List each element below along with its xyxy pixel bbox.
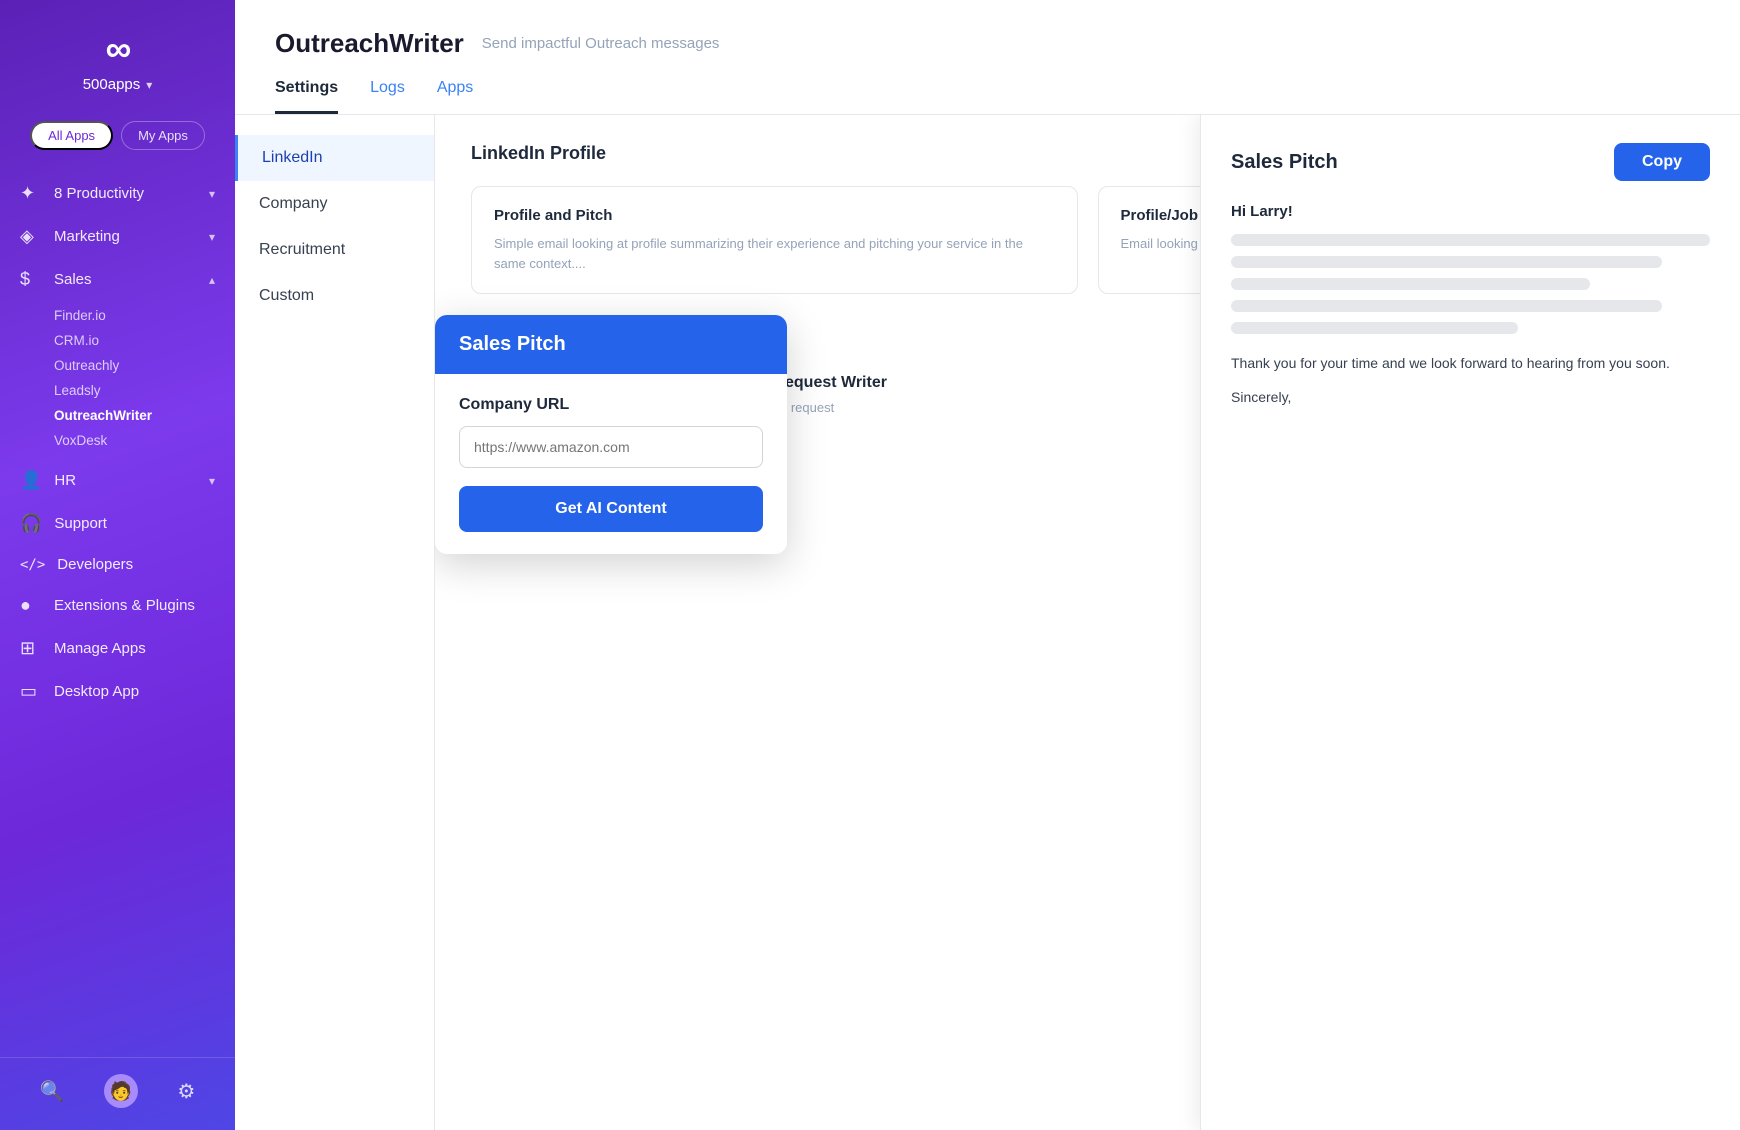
hr-icon: 👤 [20, 470, 42, 491]
sidebar-item-support[interactable]: 🎧 Support [0, 502, 235, 545]
tab-logs[interactable]: Logs [370, 79, 405, 114]
skeleton-line-4 [1231, 300, 1662, 312]
avatar[interactable]: 🧑 [104, 1074, 138, 1108]
sales-footer-line1: Thank you for your time and we look forw… [1231, 352, 1710, 374]
skeleton-line-1 [1231, 234, 1710, 246]
copy-button[interactable]: Copy [1614, 143, 1710, 181]
sidebar: ∞ 500apps ▾ All Apps My Apps ✦ 8 Product… [0, 0, 235, 1130]
logo-icon: ∞ [106, 28, 130, 70]
page-subtitle: Send impactful Outreach messages [482, 35, 720, 52]
sidebar-item-manage-apps[interactable]: ⊞ Manage Apps [0, 627, 235, 670]
productivity-icon: ✦ [20, 183, 42, 204]
settings-nav-recruitment[interactable]: Recruitment [235, 227, 434, 273]
settings-nav-linkedin[interactable]: LinkedIn [235, 135, 434, 181]
hr-label: HR [54, 472, 76, 489]
brand-chevron-icon[interactable]: ▾ [146, 78, 152, 92]
company-url-label: Company URL [459, 396, 763, 414]
support-icon: 🎧 [20, 513, 42, 534]
subitem-leadsly[interactable]: Leadsly [54, 378, 235, 403]
sidebar-bottom: 🔍 🧑 ⚙ [0, 1057, 235, 1130]
profile-pitch-desc: Simple email looking at profile summariz… [494, 234, 1055, 273]
sidebar-item-sales[interactable]: $ Sales ▴ [0, 258, 235, 301]
productivity-label: 8 Productivity [54, 185, 144, 202]
hr-chevron-icon: ▾ [209, 474, 215, 488]
desktop-app-label: Desktop App [54, 683, 139, 700]
sidebar-nav: ✦ 8 Productivity ▾ ◈ Marketing ▾ $ Sales… [0, 168, 235, 1057]
extensions-label: Extensions & Plugins [54, 597, 195, 614]
marketing-chevron-icon: ▾ [209, 230, 215, 244]
sales-result-header: Sales Pitch Copy [1231, 143, 1710, 181]
subitem-voxdesk[interactable]: VoxDesk [54, 428, 235, 453]
sales-result-title: Sales Pitch [1231, 151, 1338, 174]
sidebar-item-developers[interactable]: </> Developers [0, 545, 235, 584]
extensions-icon: ● [20, 595, 42, 616]
support-label: Support [54, 515, 107, 532]
all-apps-tab[interactable]: All Apps [30, 121, 113, 150]
sidebar-item-extensions[interactable]: ● Extensions & Plugins [0, 584, 235, 627]
sales-footer: Thank you for your time and we look forw… [1231, 352, 1710, 409]
sales-chevron-icon: ▴ [209, 273, 215, 287]
main-header: OutreachWriter Send impactful Outreach m… [235, 0, 1740, 115]
custom-panel-body: Company URL Get AI Content [435, 374, 787, 554]
skeleton-line-5 [1231, 322, 1518, 334]
sales-subitems: Finder.io CRM.io Outreachly Leadsly Outr… [0, 301, 235, 459]
manage-apps-icon: ⊞ [20, 638, 42, 659]
sidebar-item-marketing[interactable]: ◈ Marketing ▾ [0, 215, 235, 258]
custom-panel: Sales Pitch Company URL Get AI Content [435, 315, 787, 554]
get-ai-content-button[interactable]: Get AI Content [459, 486, 763, 532]
settings-bottom-icon[interactable]: ⚙ [177, 1079, 195, 1104]
profile-pitch-card[interactable]: Profile and Pitch Simple email looking a… [471, 186, 1078, 294]
settings-nav-custom[interactable]: Custom [235, 273, 434, 319]
search-bottom-icon[interactable]: 🔍 [40, 1079, 65, 1104]
subitem-crm[interactable]: CRM.io [54, 328, 235, 353]
sidebar-item-desktop-app[interactable]: ▭ Desktop App [0, 670, 235, 713]
custom-panel-title: Sales Pitch [459, 333, 763, 356]
tab-settings[interactable]: Settings [275, 79, 338, 114]
sales-result-panel: Sales Pitch Copy Hi Larry! Thank you for… [1200, 115, 1740, 1130]
my-apps-tab[interactable]: My Apps [121, 121, 205, 150]
main-tabs: Settings Logs Apps [275, 79, 1700, 114]
subitem-outreachwriter[interactable]: OutreachWriter [54, 403, 235, 428]
marketing-icon: ◈ [20, 226, 42, 247]
content-area: LinkedIn Company Recruitment Custom Link… [235, 115, 1740, 1130]
sales-footer-line2: Sincerely, [1231, 386, 1710, 408]
settings-main-content: LinkedIn Profile Profile and Pitch Simpl… [435, 115, 1740, 1130]
manage-apps-label: Manage Apps [54, 640, 146, 657]
subitem-finder[interactable]: Finder.io [54, 303, 235, 328]
settings-nav-company[interactable]: Company [235, 181, 434, 227]
main-content: OutreachWriter Send impactful Outreach m… [235, 0, 1740, 1130]
marketing-label: Marketing [54, 228, 120, 245]
skeleton-line-2 [1231, 256, 1662, 268]
brand-name: 500apps [83, 76, 141, 93]
sidebar-tabs: All Apps My Apps [0, 121, 235, 150]
page-title: OutreachWriter [275, 28, 464, 59]
custom-panel-header: Sales Pitch [435, 315, 787, 374]
developers-icon: </> [20, 557, 45, 573]
sidebar-item-hr[interactable]: 👤 HR ▾ [0, 459, 235, 502]
profile-pitch-title: Profile and Pitch [494, 207, 1055, 224]
subitem-outreachly[interactable]: Outreachly [54, 353, 235, 378]
tab-apps[interactable]: Apps [437, 79, 473, 114]
sidebar-logo: ∞ 500apps ▾ [0, 0, 235, 111]
sidebar-item-productivity[interactable]: ✦ 8 Productivity ▾ [0, 172, 235, 215]
desktop-app-icon: ▭ [20, 681, 42, 702]
sales-label: Sales [54, 271, 92, 288]
company-url-input[interactable] [459, 426, 763, 468]
skeleton-line-3 [1231, 278, 1590, 290]
developers-label: Developers [57, 556, 133, 573]
productivity-chevron-icon: ▾ [209, 187, 215, 201]
sales-icon: $ [20, 269, 42, 290]
sales-greeting: Hi Larry! [1231, 203, 1710, 220]
settings-sidebar: LinkedIn Company Recruitment Custom [235, 115, 435, 1130]
